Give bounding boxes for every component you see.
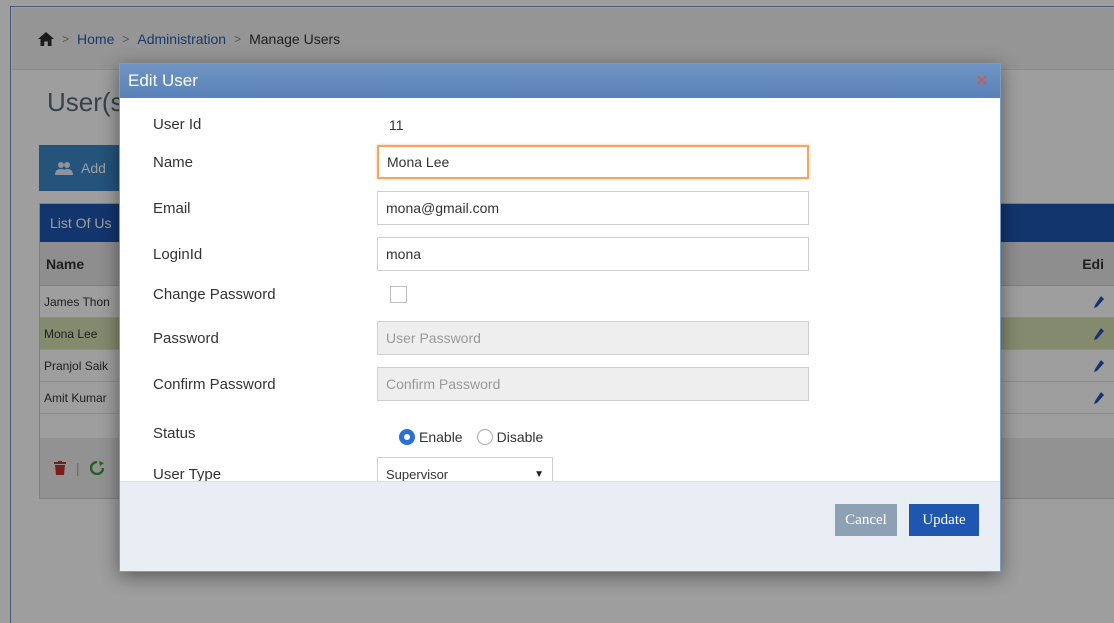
status-row: Status Enable Disable <box>153 421 543 445</box>
email-row: Email <box>153 191 809 225</box>
name-row: Name <box>153 145 809 179</box>
user-type-label: User Type <box>153 465 222 483</box>
status-disable-option[interactable]: Disable <box>476 429 544 445</box>
dialog-title: Edit User <box>128 71 198 90</box>
dialog-footer: Cancel Update <box>120 481 1000 571</box>
change-password-checkbox[interactable] <box>390 286 407 303</box>
password-row: Password <box>153 321 809 355</box>
status-disable-label: Disable <box>496 429 544 445</box>
name-input[interactable] <box>377 145 809 179</box>
change-password-label: Change Password <box>153 286 276 303</box>
email-label: Email <box>153 199 191 217</box>
user-type-value: Supervisor <box>386 466 449 482</box>
login-id-input[interactable] <box>377 237 809 271</box>
login-id-label: LoginId <box>153 245 203 263</box>
login-id-row: LoginId <box>153 237 809 271</box>
status-enable-radio[interactable] <box>399 429 415 445</box>
update-button[interactable]: Update <box>909 504 979 536</box>
cancel-button[interactable]: Cancel <box>835 504 897 536</box>
status-disable-radio[interactable] <box>476 429 493 445</box>
dialog-body: User Id 11 Name Email LoginId Change Pas… <box>120 98 1000 491</box>
password-label: Password <box>153 329 219 347</box>
email-input[interactable] <box>377 191 809 225</box>
change-password-row: Change Password <box>153 286 407 303</box>
dialog-header: Edit User ✕ <box>120 64 1000 98</box>
confirm-password-input[interactable] <box>377 367 809 401</box>
password-input[interactable] <box>377 321 809 355</box>
edit-user-dialog: Edit User ✕ User Id 11 Name Email LoginI… <box>119 63 1001 572</box>
user-id-value: 11 <box>389 116 404 133</box>
status-label: Status <box>153 424 196 442</box>
confirm-password-row: Confirm Password <box>153 367 809 401</box>
status-enable-option[interactable]: Enable <box>399 429 463 445</box>
name-label: Name <box>153 153 194 171</box>
confirm-password-label: Confirm Password <box>153 375 276 393</box>
user-id-label: User Id <box>153 116 202 133</box>
chevron-down-icon: ▼ <box>534 468 544 480</box>
user-id-row: User Id 11 <box>153 116 404 133</box>
close-icon[interactable]: ✕ <box>974 71 990 91</box>
status-radio-group: Enable Disable <box>399 429 543 445</box>
status-enable-label: Enable <box>419 429 463 445</box>
